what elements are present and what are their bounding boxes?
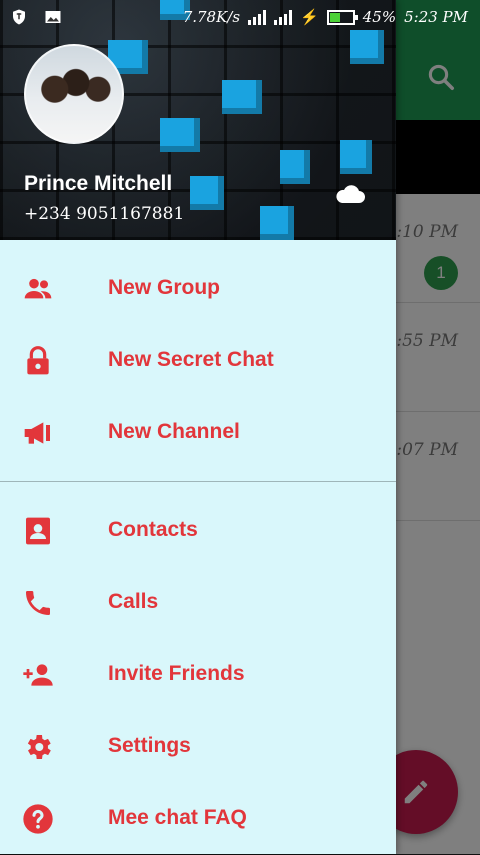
menu-item-invite-friends[interactable]: Invite Friends: [0, 639, 396, 711]
menu-item-label: Settings: [108, 734, 191, 757]
gear-icon: [27, 735, 51, 759]
phone-icon: [26, 591, 50, 615]
menu-item-new-group[interactable]: New Group: [0, 253, 396, 325]
navigation-drawer: Prince Mitchell +234 9051167881 New Grou…: [0, 0, 396, 854]
drawer-header: Prince Mitchell +234 9051167881: [0, 0, 396, 240]
menu-item-label: New Secret Chat: [108, 348, 274, 371]
shield-notification-icon: [13, 9, 25, 25]
signal-icon: [274, 9, 293, 25]
network-speed: 7.78K/s: [182, 8, 241, 26]
menu-item-new-secret-chat[interactable]: New Secret Chat: [0, 325, 396, 397]
background-cube: [260, 206, 294, 240]
contact-card-icon: [26, 517, 50, 545]
menu-item-label: Mee chat FAQ: [108, 806, 247, 829]
image-notification-icon: [45, 11, 61, 23]
clock: 5:23 PM: [404, 8, 468, 26]
menu-item-settings[interactable]: Settings: [0, 711, 396, 783]
menu-item-label: New Channel: [108, 420, 240, 443]
menu-item-new-channel[interactable]: New Channel: [0, 397, 396, 469]
battery-icon: [326, 9, 358, 25]
user-name: Prince Mitchell: [24, 172, 173, 195]
drawer-menu: New Group New Secret Chat New Channel Co…: [0, 253, 396, 855]
menu-item-calls[interactable]: Calls: [0, 567, 396, 639]
help-icon: [23, 804, 53, 834]
menu-item-label: Invite Friends: [108, 662, 245, 685]
group-icon: [24, 278, 52, 299]
user-phone: +234 9051167881: [24, 204, 185, 224]
menu-item-faq[interactable]: Mee chat FAQ: [0, 783, 396, 855]
battery-percent: 45%: [362, 8, 397, 26]
megaphone-icon: [24, 422, 50, 444]
cloud-icon[interactable]: [334, 182, 366, 206]
background-cube: [222, 80, 262, 114]
background-cube: [160, 118, 200, 152]
background-cube: [190, 176, 224, 210]
status-bar: 7.78K/s ⚡ 45% 5:23 PM: [0, 0, 480, 36]
lock-icon: [27, 346, 49, 375]
background-cube: [340, 140, 372, 174]
charging-icon: ⚡: [300, 8, 319, 26]
menu-item-label: Calls: [108, 590, 159, 613]
menu-item-label: New Group: [108, 276, 221, 299]
menu-item-contacts[interactable]: Contacts: [0, 495, 396, 567]
signal-icon: [248, 9, 267, 25]
add-person-icon: [23, 664, 53, 686]
avatar[interactable]: [24, 44, 124, 144]
menu-item-label: Contacts: [108, 518, 198, 541]
background-cube: [280, 150, 310, 184]
menu-divider: [0, 481, 396, 482]
